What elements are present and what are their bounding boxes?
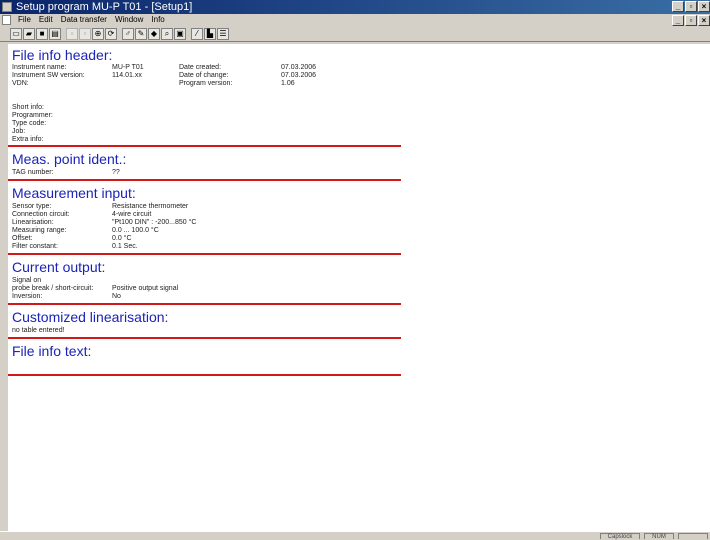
zoom-icon[interactable]: ♂ xyxy=(122,28,134,40)
menu-data-transfer[interactable]: Data transfer xyxy=(57,14,111,26)
program-version-value: 1.06 xyxy=(281,80,295,87)
title-bar: Setup program MU-P T01 - [Setup1] _ ▫ × xyxy=(0,0,710,14)
chart-icon[interactable]: ▙ xyxy=(204,28,216,40)
menu-bar: File Edit Data transfer Window Info _ ▫ … xyxy=(0,14,710,26)
field-label: Inversion: xyxy=(12,293,43,300)
section-heading: Current output: xyxy=(12,259,106,275)
measurement-input-section: Measurement input: xyxy=(12,185,404,201)
maximize-button[interactable]: ▫ xyxy=(685,1,697,12)
child-restore-button[interactable]: ▫ xyxy=(685,15,697,26)
capslock-indicator: Capslock xyxy=(600,533,640,540)
menu-edit[interactable]: Edit xyxy=(35,14,57,26)
app-icon[interactable] xyxy=(2,2,12,12)
field-label: Extra info: xyxy=(12,136,44,143)
paste-icon[interactable]: ⊕ xyxy=(92,28,104,40)
linearisation-note: no table entered! xyxy=(12,327,65,334)
monitor-icon[interactable]: ▣ xyxy=(174,28,186,40)
child-minimize-button[interactable]: _ xyxy=(672,15,684,26)
document-icon[interactable] xyxy=(2,15,11,25)
cut-icon[interactable]: ▫ xyxy=(66,28,78,40)
current-output-section: Current output: xyxy=(12,259,404,275)
field-value: No xyxy=(112,293,121,300)
close-button[interactable]: × xyxy=(698,1,710,12)
section-heading: File info text: xyxy=(12,343,92,359)
section-heading: Measurement input: xyxy=(12,185,136,201)
new-file-icon[interactable]: ▭ xyxy=(10,28,22,40)
section-divider xyxy=(8,374,401,376)
toolbar: ▭ ▰ ■ ▤ ▫ ▫ ⊕ ⟳ ♂ ✎ ◆ ⌕ ▣ ⁄ ▙ ☰ xyxy=(0,26,710,42)
field-value: Positive output signal xyxy=(112,285,179,292)
field-label: TAG number: xyxy=(12,169,54,176)
section-heading: Customized linearisation: xyxy=(12,309,169,325)
line-icon[interactable]: ⁄ xyxy=(191,28,203,40)
field-label: VDN: xyxy=(12,80,29,87)
menu-file[interactable]: File xyxy=(14,14,35,26)
minimize-button[interactable]: _ xyxy=(672,1,684,12)
save-icon[interactable]: ■ xyxy=(36,28,48,40)
field-label: Program version: xyxy=(179,80,233,87)
field-value: 0.1 Sec. xyxy=(112,243,138,250)
num-indicator: NUM xyxy=(644,533,674,540)
open-file-icon[interactable]: ▰ xyxy=(23,28,35,40)
diamond-icon[interactable]: ◆ xyxy=(148,28,160,40)
section-divider xyxy=(8,253,401,255)
menu-window[interactable]: Window xyxy=(111,14,147,26)
list-icon[interactable]: ☰ xyxy=(217,28,229,40)
search-icon[interactable]: ⌕ xyxy=(161,28,173,40)
section-divider xyxy=(8,145,401,147)
refresh-icon[interactable]: ⟳ xyxy=(105,28,117,40)
status-empty-panel xyxy=(678,533,708,539)
child-close-button[interactable]: × xyxy=(698,15,710,26)
sw-version-value: 114.01.xx xyxy=(112,72,142,79)
field-label: Filter constant: xyxy=(12,243,58,250)
file-info-section: File info header: xyxy=(12,47,404,63)
section-divider xyxy=(8,303,401,305)
section-heading: Meas. point ident.: xyxy=(12,151,127,167)
print-icon[interactable]: ▤ xyxy=(49,28,61,40)
file-info-text-section: File info text: xyxy=(12,343,404,359)
window-title: Setup program MU-P T01 - [Setup1] xyxy=(16,1,193,13)
tag-number-value: ?? xyxy=(112,169,120,176)
customized-linearisation-section: Customized linearisation: xyxy=(12,309,404,325)
section-divider xyxy=(8,337,401,339)
section-heading: File info header: xyxy=(12,47,113,63)
pen-icon[interactable]: ✎ xyxy=(135,28,147,40)
meas-point-section: Meas. point ident.: xyxy=(12,151,404,167)
menu-info[interactable]: Info xyxy=(147,14,168,26)
status-bar: Capslock NUM xyxy=(0,531,710,540)
document-area: File info header: Instrument name: MU-P … xyxy=(8,44,710,531)
section-divider xyxy=(8,179,401,181)
copy-icon[interactable]: ▫ xyxy=(79,28,91,40)
